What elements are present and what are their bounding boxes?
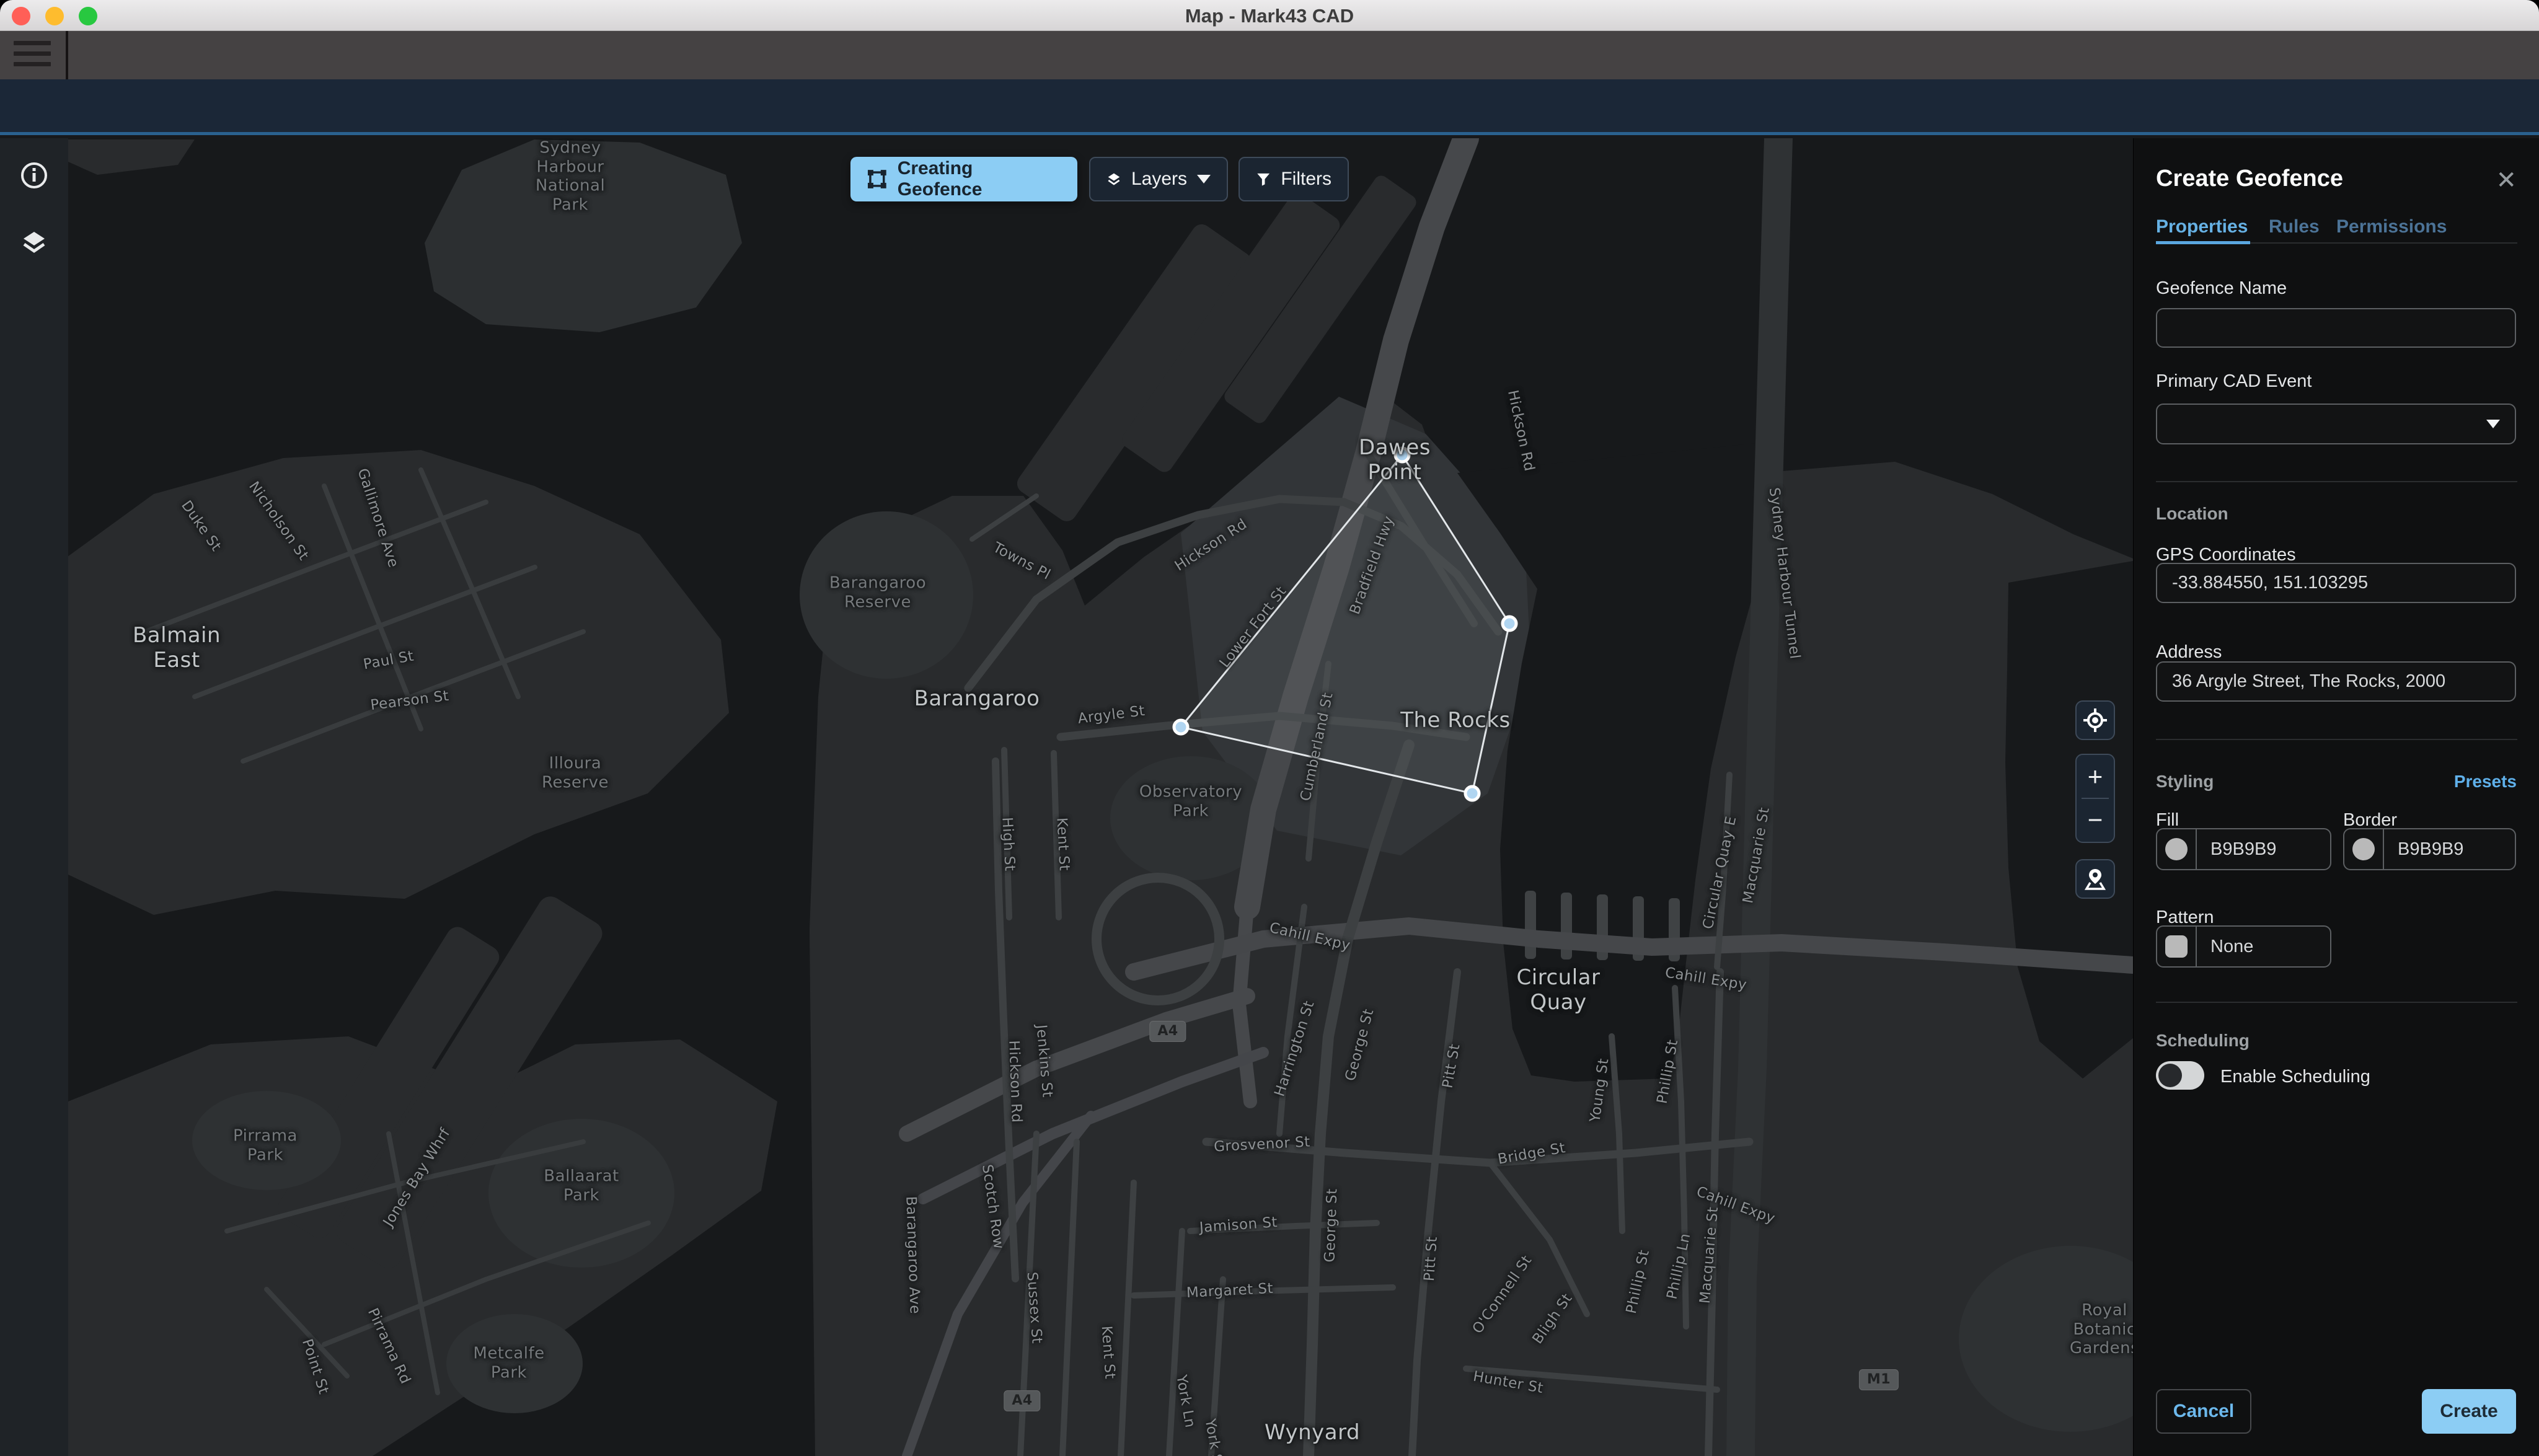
filters-label: Filters bbox=[1281, 169, 1331, 190]
layers-icon bbox=[1106, 168, 1121, 190]
zoom-in-button[interactable]: + bbox=[2075, 755, 2115, 798]
pattern-swatch bbox=[2165, 935, 2188, 958]
section-divider bbox=[2156, 481, 2517, 482]
crosshair-icon bbox=[2083, 708, 2108, 733]
section-divider bbox=[2156, 1002, 2517, 1003]
info-icon bbox=[20, 161, 48, 190]
primary-cad-event-select[interactable] bbox=[2156, 404, 2516, 444]
border-color-swatch bbox=[2352, 838, 2375, 860]
info-button[interactable] bbox=[0, 144, 68, 206]
styling-heading: Styling bbox=[2156, 772, 2214, 792]
geofence-vertex[interactable] bbox=[1503, 617, 1516, 630]
app-window: Balmain EastDawes PointThe RocksBarangar… bbox=[0, 0, 2539, 1456]
window-titlebar: Map - Mark43 CAD bbox=[0, 0, 2539, 31]
primary-cad-event-label: Primary CAD Event bbox=[2156, 371, 2312, 392]
pattern-value: None bbox=[2197, 937, 2253, 957]
zoom-control: + − bbox=[2075, 754, 2115, 843]
geofence-polygon[interactable] bbox=[1181, 455, 1509, 793]
map-canvas[interactable]: Balmain EastDawes PointThe RocksBarangar… bbox=[68, 138, 2133, 1456]
panel-title: Create Geofence bbox=[2156, 165, 2343, 192]
geofence-overlay bbox=[68, 138, 2133, 1456]
layers-panel-button[interactable] bbox=[0, 211, 68, 273]
gps-coordinates-input[interactable] bbox=[2156, 563, 2516, 603]
address-label: Address bbox=[2156, 642, 2222, 663]
map-side-toolbar bbox=[0, 138, 68, 1456]
toggle-knob bbox=[2158, 1064, 2182, 1087]
close-icon[interactable]: ✕ bbox=[2496, 168, 2517, 193]
app-menu-bar bbox=[0, 31, 2539, 79]
pattern-picker[interactable]: None bbox=[2156, 925, 2331, 968]
hamburger-menu-icon[interactable] bbox=[14, 41, 51, 69]
address-input[interactable] bbox=[2156, 661, 2516, 702]
layers-label: Layers bbox=[1131, 169, 1187, 190]
enable-scheduling-toggle[interactable] bbox=[2156, 1061, 2204, 1090]
creating-geofence-button[interactable]: Creating Geofence bbox=[850, 157, 1077, 201]
creating-geofence-label: Creating Geofence bbox=[898, 158, 1061, 200]
location-heading: Location bbox=[2156, 504, 2228, 524]
enable-scheduling-label: Enable Scheduling bbox=[2220, 1067, 2370, 1087]
fill-color-value: B9B9B9 bbox=[2197, 839, 2276, 860]
app-header-bar bbox=[0, 79, 2539, 135]
tab-permissions[interactable]: Permissions bbox=[2336, 216, 2447, 237]
chevron-down-icon bbox=[1197, 175, 1211, 183]
border-color-value: B9B9B9 bbox=[2384, 839, 2463, 860]
border-color-picker[interactable]: B9B9B9 bbox=[2343, 828, 2516, 870]
create-geofence-panel: Create Geofence ✕ Properties Rules Permi… bbox=[2133, 138, 2539, 1456]
create-button[interactable]: Create bbox=[2422, 1389, 2516, 1434]
filters-button[interactable]: Filters bbox=[1239, 157, 1349, 201]
geofence-name-label: Geofence Name bbox=[2156, 278, 2287, 299]
geofence-vertex[interactable] bbox=[1465, 787, 1479, 800]
filter-funnel-icon bbox=[1256, 169, 1271, 189]
zoom-out-button[interactable]: − bbox=[2075, 799, 2115, 842]
presets-link[interactable]: Presets bbox=[2454, 772, 2517, 792]
go-to-location-button[interactable] bbox=[2075, 859, 2115, 899]
geofence-vertex[interactable] bbox=[1174, 720, 1188, 734]
tab-rules[interactable]: Rules bbox=[2269, 216, 2320, 237]
active-tab-underline bbox=[2156, 241, 2250, 244]
window-title: Map - Mark43 CAD bbox=[0, 5, 2539, 27]
fill-color-picker[interactable]: B9B9B9 bbox=[2156, 828, 2331, 870]
tab-properties[interactable]: Properties bbox=[2156, 216, 2248, 237]
geofence-vertex[interactable] bbox=[1395, 448, 1409, 462]
fill-color-swatch bbox=[2165, 838, 2188, 860]
map-pin-icon bbox=[2083, 867, 2108, 891]
menu-divider bbox=[66, 31, 68, 79]
geofence-name-input[interactable] bbox=[2156, 308, 2516, 348]
layers-button[interactable]: Layers bbox=[1089, 157, 1228, 201]
scheduling-heading: Scheduling bbox=[2156, 1031, 2250, 1051]
chevron-down-icon bbox=[2486, 420, 2500, 428]
section-divider bbox=[2156, 739, 2517, 740]
draw-polygon-icon bbox=[867, 169, 888, 190]
cancel-button[interactable]: Cancel bbox=[2156, 1389, 2251, 1434]
layers-icon bbox=[20, 228, 48, 257]
locate-me-button[interactable] bbox=[2075, 700, 2115, 740]
